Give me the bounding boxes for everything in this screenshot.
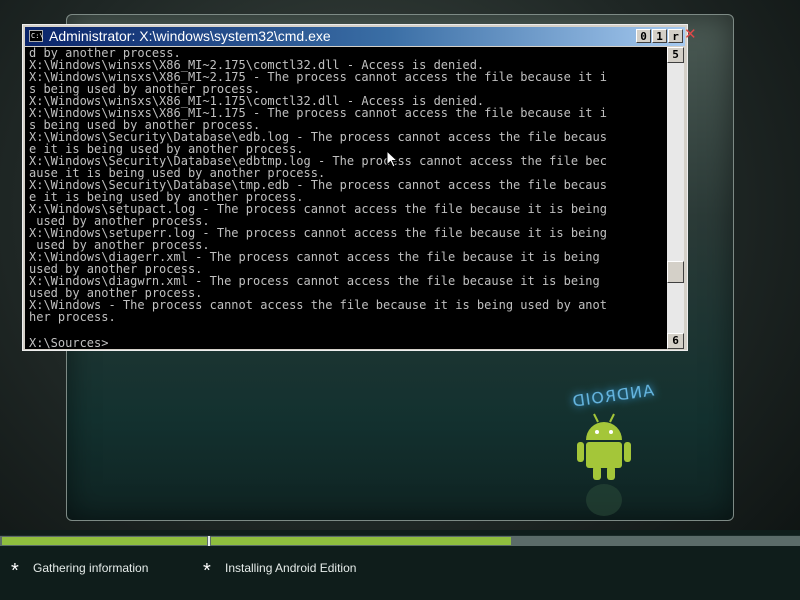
step-label: Installing Android Edition: [225, 561, 357, 575]
progress-divider: [208, 536, 210, 546]
setup-progress-bar: * Gathering information * Installing And…: [0, 530, 800, 600]
mouse-pointer-icon: [386, 150, 398, 168]
console-title: Administrator: X:\windows\system32\cmd.e…: [49, 28, 331, 44]
step-star-icon: *: [11, 560, 19, 582]
progress-fill-step-1: [2, 537, 207, 545]
command-prompt[interactable]: X:\Sources>_: [29, 337, 116, 349]
scroll-down-button[interactable]: 6: [667, 333, 684, 349]
android-robot-icon: [577, 413, 631, 516]
scroll-up-button[interactable]: 5: [667, 47, 684, 63]
console-titlebar[interactable]: C:\ Administrator: X:\windows\system32\c…: [25, 27, 685, 46]
step-label: Gathering information: [33, 561, 149, 575]
console-output-text: d by another process. X:\Windows\winsxs\…: [25, 47, 667, 323]
progress-track: [0, 535, 800, 546]
scroll-thumb[interactable]: [667, 261, 684, 283]
restore-button[interactable]: r: [668, 29, 683, 43]
step-star-icon: *: [203, 560, 211, 582]
console-scrollbar[interactable]: 5 6: [667, 47, 684, 349]
console-app-icon[interactable]: C:\: [29, 30, 44, 42]
maximize-button[interactable]: 1: [652, 29, 667, 43]
console-window[interactable]: C:\ Administrator: X:\windows\system32\c…: [22, 24, 688, 351]
console-output-area[interactable]: d by another process. X:\Windows\winsxs\…: [25, 47, 667, 349]
progress-fill-step-2: [211, 537, 511, 545]
close-icon[interactable]: ✕: [684, 25, 697, 43]
console-line: her process.: [29, 310, 116, 324]
minimize-button[interactable]: 0: [636, 29, 651, 43]
